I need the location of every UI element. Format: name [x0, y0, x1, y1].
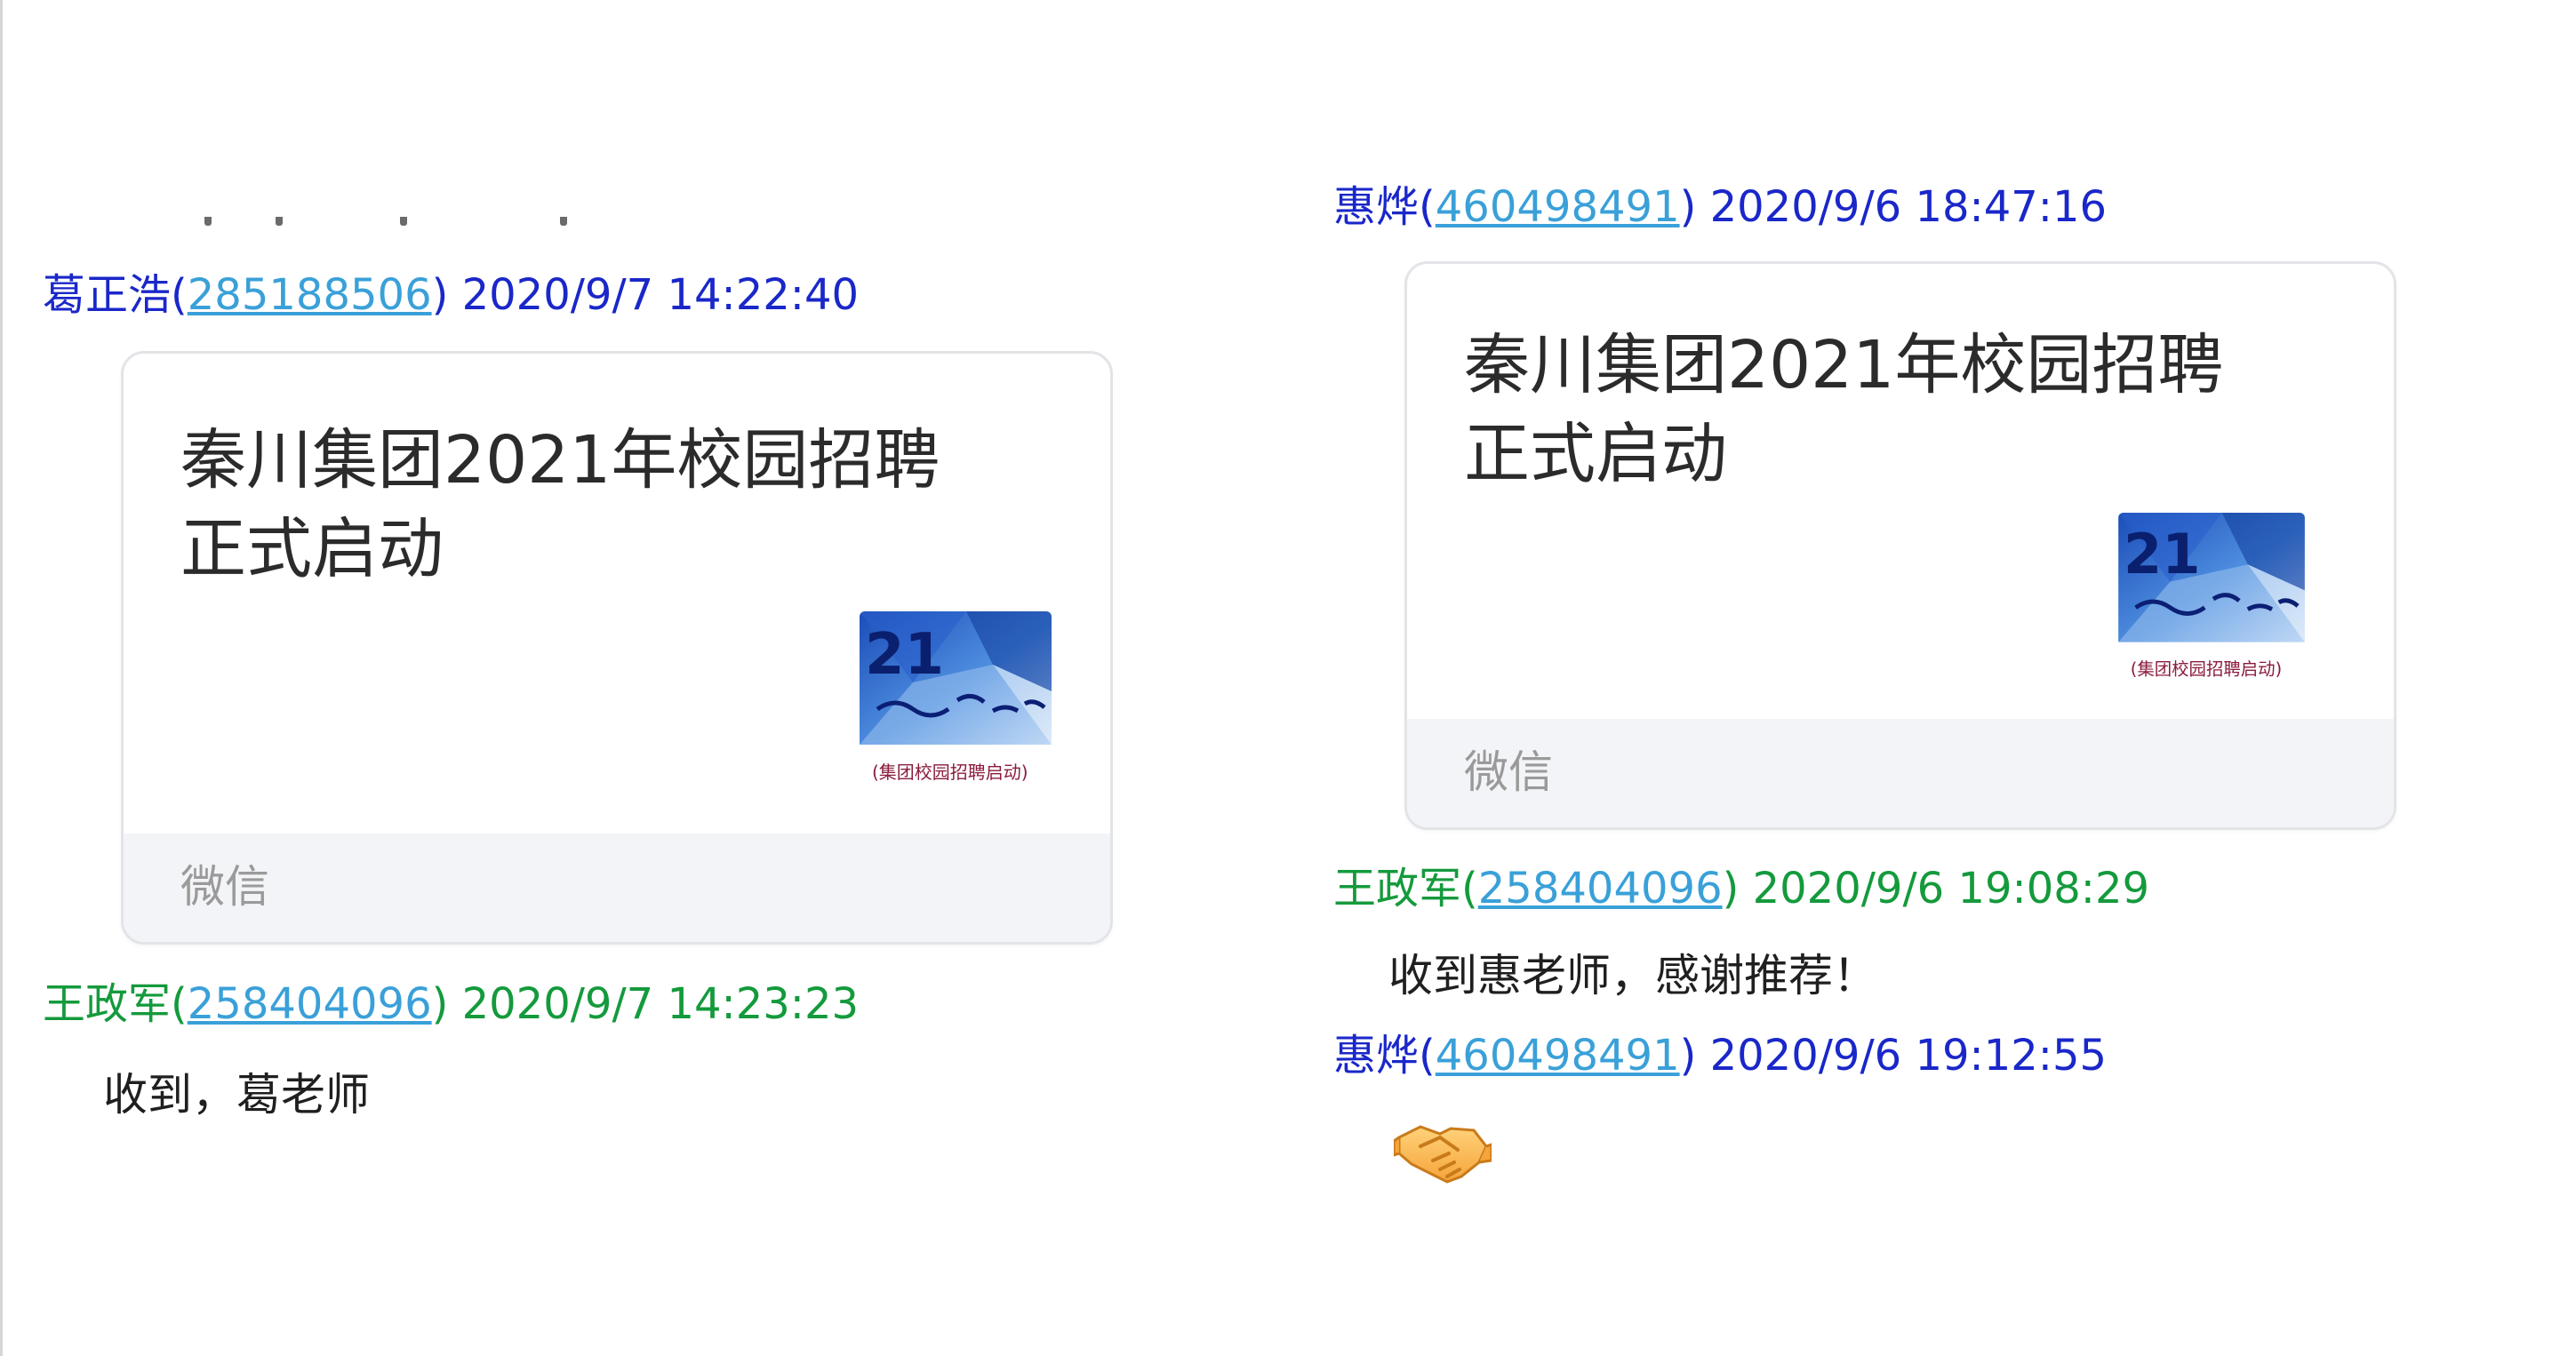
- sender-name[interactable]: 葛正浩: [43, 270, 171, 320]
- qq-close-paren: ): [1722, 864, 1740, 913]
- thumbnail-number: 21: [865, 622, 944, 688]
- message-timestamp: 2020/9/7 14:23:23: [448, 979, 860, 1029]
- qq-open-paren: (: [1461, 864, 1478, 913]
- message-header: 王政军(258404096) 2020/9/7 14:23:23: [43, 977, 859, 1031]
- qq-number-link[interactable]: 460498491: [1436, 1031, 1680, 1081]
- message-text: 收到，葛老师: [103, 1069, 370, 1121]
- qq-number-link[interactable]: 460498491: [1436, 182, 1680, 232]
- thumbnail-caption: (集团校园招聘启动): [2131, 658, 2282, 679]
- cropped-previous-message: [178, 217, 596, 229]
- thumbnail-image: 21 (集团校园招聘启动): [860, 611, 1052, 793]
- campus-recruit-thumbnail: 21 (集团校园招聘启动): [2118, 513, 2305, 689]
- sender-name[interactable]: 王政军: [43, 979, 171, 1029]
- message-header: 王政军(258404096) 2020/9/6 19:08:29: [1333, 862, 2149, 915]
- card-source-label: 微信: [1464, 746, 1553, 798]
- qq-close-paren: ): [431, 270, 449, 320]
- handshake-icon: [1392, 1111, 1493, 1191]
- card-title: 秦川集团2021年校园招聘正式启动: [1464, 327, 2224, 492]
- window-left-border: [0, 0, 3, 1356]
- qq-number-link[interactable]: 258404096: [188, 979, 432, 1029]
- message-header: 惠烨(460498491) 2020/9/6 19:12:55: [1333, 1029, 2107, 1082]
- sender-name[interactable]: 王政军: [1333, 864, 1461, 913]
- message-header: 葛正浩(285188506) 2020/9/7 14:22:40: [43, 268, 859, 322]
- share-card[interactable]: 秦川集团2021年校园招聘正式启动 21 (集团校园招聘启动) 微信: [1404, 261, 2396, 830]
- card-footer: 微信: [124, 834, 1110, 942]
- qq-number-link[interactable]: 258404096: [1478, 864, 1723, 913]
- qq-close-paren: ): [431, 979, 449, 1029]
- qq-open-paren: (: [1419, 182, 1436, 232]
- campus-recruit-thumbnail: 21 (集团校园招聘启动): [860, 611, 1052, 793]
- message-header: 惠烨(460498491) 2020/9/6 18:47:16: [1333, 180, 2107, 234]
- message-timestamp: 2020/9/6 19:08:29: [1739, 864, 2150, 913]
- sender-name[interactable]: 惠烨: [1333, 182, 1419, 232]
- card-title: 秦川集团2021年校园招聘正式启动: [180, 422, 940, 587]
- chat-screenshot: 葛正浩(285188506) 2020/9/7 14:22:40 秦川集团202…: [0, 0, 2576, 1356]
- card-source-label: 微信: [180, 861, 269, 913]
- card-footer: 微信: [1407, 719, 2394, 827]
- message-timestamp: 2020/9/6 19:12:55: [1696, 1031, 2108, 1081]
- sender-name[interactable]: 惠烨: [1333, 1031, 1419, 1081]
- qq-open-paren: (: [1419, 1031, 1436, 1081]
- thumbnail-image: 21 (集团校园招聘启动): [2118, 513, 2305, 689]
- qq-close-paren: ): [1679, 1031, 1697, 1081]
- qq-open-paren: (: [171, 270, 188, 320]
- thumbnail-caption: (集团校园招聘启动): [872, 762, 1028, 783]
- message-timestamp: 2020/9/6 18:47:16: [1696, 182, 2108, 232]
- qq-number-link[interactable]: 285188506: [188, 270, 432, 320]
- thumbnail-number: 21: [2124, 522, 2200, 586]
- message-timestamp: 2020/9/7 14:22:40: [448, 270, 860, 320]
- message-text: 收到惠老师，感谢推荐！: [1388, 950, 1877, 1001]
- share-card[interactable]: 秦川集团2021年校园招聘正式启动 21 (集团校园招聘启动) 微信: [121, 351, 1113, 945]
- qq-close-paren: ): [1679, 182, 1697, 232]
- qq-open-paren: (: [171, 979, 188, 1029]
